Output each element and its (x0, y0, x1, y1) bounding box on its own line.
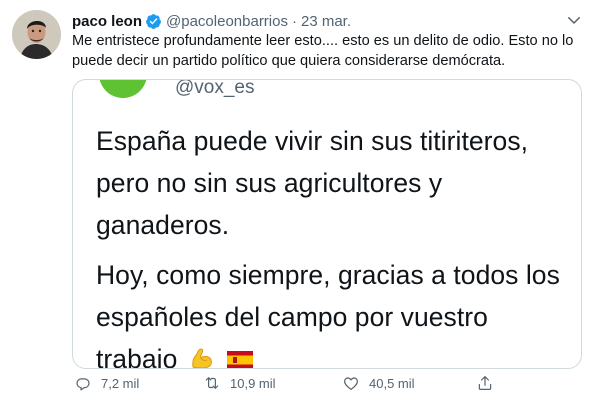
author-handle[interactable]: @pacoleonbarrios (166, 13, 288, 30)
vox-avatar (99, 80, 147, 98)
chevron-down-icon[interactable] (565, 11, 583, 29)
flexed-biceps-icon (189, 345, 215, 368)
reply-button[interactable]: 7,2 mil (74, 374, 139, 392)
reply-count: 7,2 mil (101, 375, 140, 391)
tweet-actions: 7,2 mil 10,9 mil 40,5 mil (72, 374, 572, 398)
tweet[interactable]: paco leon @pacoleonbarrios · 23 mar. Me … (0, 0, 596, 409)
share-icon (478, 376, 492, 390)
retweet-button[interactable]: 10,9 mil (203, 374, 276, 392)
quoted-paragraph-2: Hoy, como siempre, gracias a todos los e… (96, 254, 566, 369)
like-button[interactable]: 40,5 mil (342, 374, 415, 392)
separator-dot: · (291, 12, 297, 30)
retweet-count: 10,9 mil (230, 375, 276, 391)
quoted-paragraph-2-text: Hoy, como siempre, gracias a todos los e… (96, 260, 560, 369)
like-icon (344, 377, 358, 390)
author-name[interactable]: paco leon (72, 13, 142, 30)
quoted-image[interactable]: @vox_es España puede vivir sin sus titir… (72, 79, 582, 369)
tweet-date[interactable]: 23 mar. (301, 13, 351, 30)
quoted-handle: @vox_es (175, 79, 255, 98)
verified-badge-icon (145, 13, 162, 30)
reply-icon (76, 378, 90, 391)
like-count: 40,5 mil (369, 375, 415, 391)
quoted-paragraph-1: España puede vivir sin sus titiriteros, … (96, 126, 529, 240)
tweet-header: paco leon @pacoleonbarrios · 23 mar. (72, 11, 576, 31)
spain-flag-icon (226, 349, 254, 368)
avatar[interactable] (12, 10, 61, 59)
retweet-icon (205, 377, 219, 389)
share-button[interactable] (476, 374, 503, 392)
tweet-text: Me entristece profundamente leer esto...… (72, 33, 574, 69)
